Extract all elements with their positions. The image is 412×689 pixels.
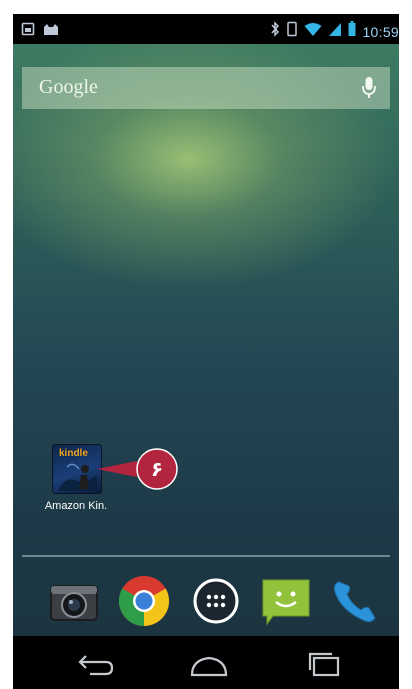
bluetooth-icon (270, 21, 280, 42)
search-label: Google (39, 76, 98, 98)
app-drawer-icon[interactable] (189, 574, 243, 628)
signal-icon (328, 22, 342, 42)
favorites-dock (13, 574, 399, 636)
mic-icon[interactable] (362, 76, 376, 105)
messaging-app-icon[interactable] (259, 574, 313, 628)
battery-icon (348, 21, 356, 42)
home-icon[interactable] (189, 650, 229, 678)
search-bar[interactable]: Google (22, 67, 390, 109)
wallpaper (13, 44, 399, 636)
callout-number: ۶ (151, 457, 163, 481)
recents-icon[interactable] (304, 650, 344, 678)
callout-marker: ۶ (95, 448, 181, 495)
chrome-app-icon[interactable] (117, 574, 171, 628)
dock-divider (22, 555, 390, 557)
phone-screen: 10:59 Google kindle Amazon Kin. ۶ (13, 14, 399, 689)
back-icon[interactable] (76, 650, 116, 678)
navigation-bar (13, 636, 399, 689)
vibrate-icon (286, 21, 298, 42)
wifi-icon (304, 22, 322, 42)
app-label: Amazon Kin. (44, 500, 108, 512)
phone-app-icon[interactable] (329, 574, 383, 628)
status-bar: 10:59 (13, 14, 399, 44)
cat-icon (43, 23, 59, 41)
camera-app-icon[interactable] (47, 574, 101, 628)
clock: 10:59 (362, 23, 399, 40)
screenshot-icon (21, 22, 35, 41)
